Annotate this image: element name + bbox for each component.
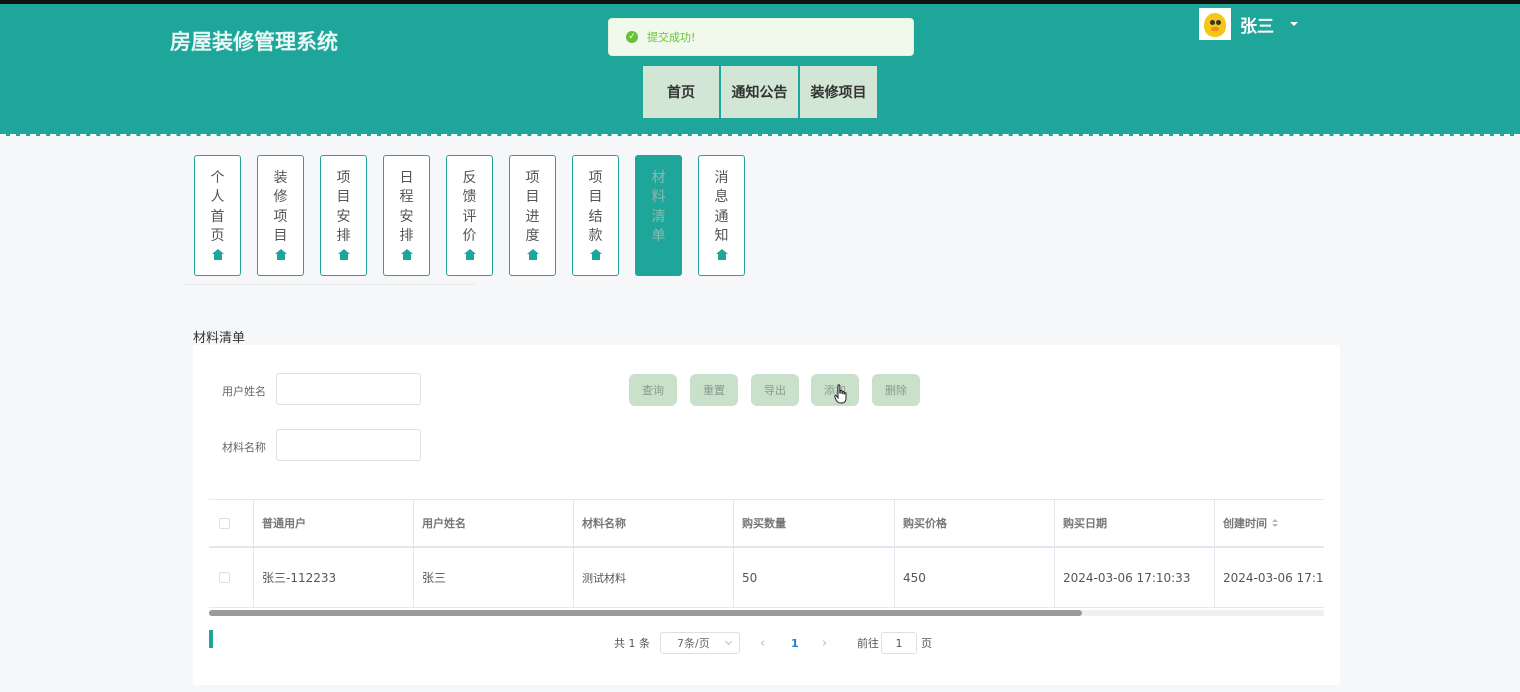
top-nav: 首页 通知公告 装修项目 [643, 66, 877, 118]
side-tab-schedule[interactable]: 日程安排 [383, 155, 430, 276]
row-checkbox-cell [209, 548, 254, 608]
delete-button[interactable]: 删除 [872, 374, 920, 406]
side-tab-progress[interactable]: 项目进度 [509, 155, 556, 276]
success-check-icon: ✓ [626, 31, 638, 43]
side-tabs: 个人首页 装修项目 项目安排 日程安排 反馈评价 项目进度 项目结款 材料清单 … [194, 155, 745, 276]
side-tab-messages[interactable]: 消息通知 [698, 155, 745, 276]
table-cell: 测试材料 [574, 548, 734, 608]
hand-cursor-icon [834, 384, 847, 404]
nav-item-projects[interactable]: 装修项目 [800, 66, 877, 118]
home-icon [211, 249, 224, 261]
row-checkbox[interactable] [219, 572, 230, 583]
column-header: 普通用户 [254, 500, 414, 548]
side-tab-projects[interactable]: 装修项目 [257, 155, 304, 276]
column-header: 用户姓名 [414, 500, 574, 548]
username-input[interactable] [276, 373, 421, 405]
chevron-down-icon [724, 637, 733, 646]
reset-button[interactable]: 重置 [690, 374, 738, 406]
column-header: 购买日期 [1055, 500, 1215, 548]
page-suffix: 页 [921, 637, 932, 650]
side-tab-feedback[interactable]: 反馈评价 [446, 155, 493, 276]
prev-page-icon[interactable]: ‹ [760, 632, 765, 654]
table-cell: 450 [895, 548, 1055, 608]
side-tab-materials[interactable]: 材料清单 [635, 155, 682, 276]
scrollbar-thumb[interactable] [209, 610, 1082, 616]
side-tab-settlement[interactable]: 项目结款 [572, 155, 619, 276]
duck-avatar-icon [1204, 13, 1226, 37]
select-all-checkbox[interactable] [219, 517, 230, 529]
table-cell: 2024-03-06 17:10:33 [1055, 548, 1215, 608]
side-tab-profile[interactable]: 个人首页 [194, 155, 241, 276]
home-icon [652, 249, 665, 261]
home-icon [526, 249, 539, 261]
caret-down-icon[interactable] [1290, 22, 1298, 26]
column-header: 材料名称 [574, 500, 734, 548]
home-icon [274, 249, 287, 261]
page-title: 材料清单 [193, 331, 246, 346]
app-title: 房屋装修管理系统 [170, 30, 338, 54]
toast-message: 提交成功! [647, 31, 696, 44]
avatar [1199, 8, 1231, 40]
query-button[interactable]: 查询 [629, 374, 677, 406]
side-tab-arrangement[interactable]: 项目安排 [320, 155, 367, 276]
export-button[interactable]: 导出 [751, 374, 799, 406]
column-header: 购买价格 [895, 500, 1055, 548]
home-icon [715, 249, 728, 261]
home-icon [589, 249, 602, 261]
materials-table: 普通用户 用户姓名 材料名称 购买数量 购买价格 购买日期 创建时间 张三-11… [209, 499, 1324, 611]
username-label: 用户姓名 [222, 385, 266, 398]
total-count: 共 1 条 [614, 637, 650, 650]
home-icon [337, 249, 350, 261]
header-dashed-border [0, 132, 1520, 136]
column-header-created-time[interactable]: 创建时间 [1215, 500, 1324, 548]
material-name-input[interactable] [276, 429, 421, 461]
user-name: 张三 [1240, 16, 1274, 37]
goto-page-input[interactable]: 1 [881, 632, 917, 654]
next-page-icon[interactable]: › [822, 632, 827, 654]
table-header-row: 普通用户 用户姓名 材料名称 购买数量 购买价格 购买日期 创建时间 [209, 500, 1324, 548]
user-menu[interactable]: 张三 [1199, 8, 1298, 40]
table-cell: 张三-112233 [254, 548, 414, 608]
column-header: 购买数量 [734, 500, 895, 548]
home-icon [463, 249, 476, 261]
pagination-marker [209, 630, 213, 648]
sort-icon[interactable] [1272, 519, 1278, 527]
table-cell: 50 [734, 548, 895, 608]
horizontal-scrollbar[interactable] [209, 610, 1324, 616]
material-label: 材料名称 [222, 441, 266, 454]
table-row[interactable]: 张三-112233 张三 测试材料 50 450 2024-03-06 17:1… [209, 548, 1324, 608]
success-toast: ✓ 提交成功! [608, 18, 914, 56]
goto-label: 前往 [857, 637, 879, 650]
current-page[interactable]: 1 [791, 632, 799, 654]
home-icon [400, 249, 413, 261]
nav-item-notices[interactable]: 通知公告 [721, 66, 800, 118]
header-checkbox-cell [209, 500, 254, 548]
page-size-select[interactable]: 7条/页 [660, 632, 740, 654]
table-cell: 2024-03-06 17:10:33 [1215, 548, 1324, 608]
tabs-divider [185, 284, 475, 285]
nav-item-home[interactable]: 首页 [643, 66, 721, 118]
table-cell: 张三 [414, 548, 574, 608]
